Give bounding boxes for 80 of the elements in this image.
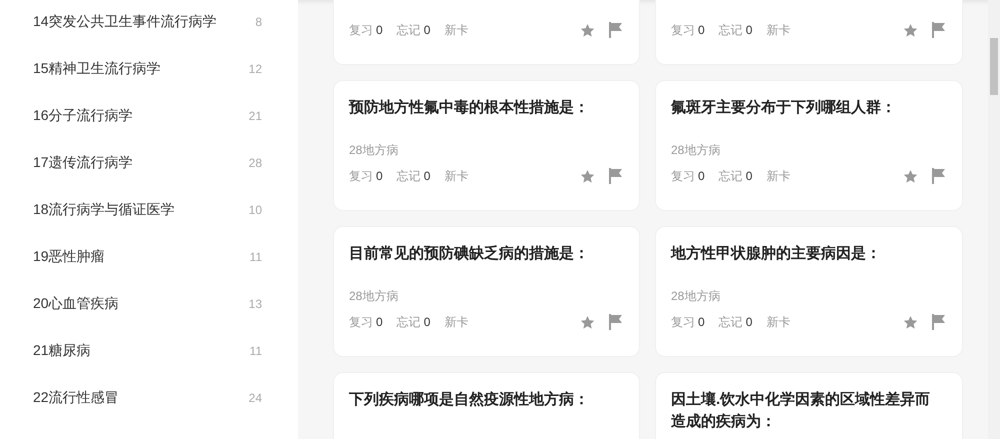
card-status: 新卡 — [444, 22, 468, 38]
question-card[interactable]: 复习 0 忘记 0 新卡 — [333, 0, 640, 65]
flag-icon[interactable] — [932, 314, 945, 330]
card-status: 新卡 — [766, 168, 790, 184]
star-icon[interactable] — [580, 22, 595, 38]
flag-icon[interactable] — [609, 22, 622, 38]
forget-count: 0 — [746, 169, 752, 183]
question-card[interactable]: 下列疾病哪项是自然疫源性地方病： — [333, 372, 640, 439]
review-count: 0 — [376, 169, 383, 183]
category-label: 28地方病 — [349, 142, 400, 159]
card-status: 新卡 — [766, 22, 790, 38]
star-icon[interactable] — [903, 22, 918, 38]
flag-icon[interactable] — [932, 22, 945, 38]
sidebar-item[interactable]: 15精神卫生流行病学 12 — [0, 45, 298, 92]
forget-count: 0 — [746, 23, 752, 37]
forget-label: 忘记 — [396, 22, 421, 38]
sidebar-item[interactable]: 19恶性肿瘤 11 — [0, 233, 298, 280]
sidebar-item[interactable]: 18流行病学与循证医学 10 — [0, 186, 298, 233]
sidebar-item[interactable]: 21糖尿病 11 — [0, 327, 298, 374]
sidebar-item[interactable]: 22流行性感冒 24 — [0, 374, 298, 421]
category-label: 28地方病 — [349, 288, 400, 305]
question-card[interactable]: 地方性甲状腺肿的主要病因是： 28地方病 复习 0 忘记 0 新卡 — [655, 226, 963, 357]
forget-label: 忘记 — [396, 314, 421, 330]
question-card[interactable]: 预防地方性氟中毒的根本性措施是： 28地方病 复习 0 忘记 0 新卡 — [333, 80, 640, 211]
item-count: 13 — [248, 296, 262, 310]
item-count: 28 — [248, 156, 262, 170]
forget-count: 0 — [746, 315, 752, 329]
category-label: 28地方病 — [671, 142, 722, 159]
review-label: 复习 — [349, 168, 373, 184]
forget-label: 忘记 — [396, 168, 421, 184]
review-count: 0 — [698, 315, 705, 329]
review-count: 0 — [376, 315, 383, 329]
item-count: 10 — [248, 202, 262, 216]
category-label: 28地方病 — [671, 288, 722, 305]
star-icon[interactable] — [580, 314, 595, 330]
card-status: 新卡 — [444, 168, 468, 184]
review-label: 复习 — [349, 22, 373, 38]
star-icon[interactable] — [903, 314, 918, 330]
review-count: 0 — [698, 23, 705, 37]
question-text: 目前常见的预防碘缺乏病的措施是： — [349, 244, 590, 264]
flag-icon[interactable] — [932, 168, 945, 184]
review-count: 0 — [376, 23, 383, 37]
question-card[interactable]: 因土壤.饮水中化学因素的区域性差异而造成的疾病为： — [655, 372, 963, 439]
forget-label: 忘记 — [718, 22, 743, 38]
star-icon[interactable] — [580, 168, 595, 184]
forget-label: 忘记 — [718, 168, 743, 184]
item-count: 12 — [248, 62, 262, 76]
scrollbar[interactable] — [988, 0, 1000, 439]
flag-icon[interactable] — [609, 168, 622, 184]
sidebar-item[interactable]: 14突发公共卫生事件流行病学 8 — [0, 0, 298, 45]
question-text: 下列疾病哪项是自然疫源性地方病： — [349, 390, 590, 410]
item-count: 11 — [250, 344, 262, 358]
item-count: 11 — [250, 250, 262, 264]
question-text: 预防地方性氟中毒的根本性措施是： — [349, 98, 590, 118]
item-count: 24 — [248, 390, 262, 404]
card-status: 新卡 — [444, 314, 468, 330]
forget-count: 0 — [424, 315, 430, 329]
sidebar-item[interactable]: 17遗传流行病学 28 — [0, 139, 298, 186]
question-text: 地方性甲状腺肿的主要病因是： — [671, 244, 882, 264]
review-count: 0 — [698, 169, 705, 183]
review-label: 复习 — [671, 22, 695, 38]
question-text: 氟斑牙主要分布于下列哪组人群： — [671, 98, 897, 118]
review-label: 复习 — [349, 314, 373, 330]
review-label: 复习 — [671, 168, 695, 184]
question-card[interactable]: 目前常见的预防碘缺乏病的措施是： 28地方病 复习 0 忘记 0 新卡 — [333, 226, 640, 357]
sidebar-item[interactable]: 16分子流行病学 21 — [0, 92, 298, 139]
forget-count: 0 — [424, 169, 430, 183]
flag-icon[interactable] — [609, 314, 622, 330]
forget-count: 0 — [424, 23, 430, 37]
item-count: 21 — [248, 108, 262, 122]
question-card[interactable]: 复习 0 忘记 0 新卡 — [655, 0, 963, 65]
scrollbar-thumb[interactable] — [990, 38, 998, 95]
item-count: 8 — [255, 14, 262, 28]
review-label: 复习 — [671, 314, 695, 330]
card-status: 新卡 — [766, 314, 790, 330]
forget-label: 忘记 — [718, 314, 743, 330]
question-text: 因土壤.饮水中化学因素的区域性差异而造成的疾病为： — [671, 390, 932, 432]
star-icon[interactable] — [903, 168, 918, 184]
question-card[interactable]: 氟斑牙主要分布于下列哪组人群： 28地方病 复习 0 忘记 0 新卡 — [655, 80, 963, 211]
sidebar-item[interactable]: 20心血管疾病 13 — [0, 280, 298, 327]
